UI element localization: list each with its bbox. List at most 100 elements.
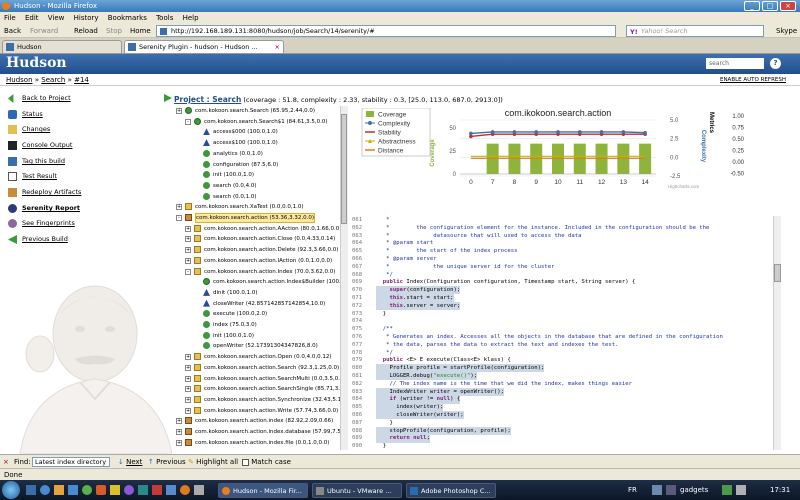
hudson-logo[interactable]: Hudson <box>6 55 67 71</box>
menu-bookmarks[interactable]: Bookmarks <box>108 14 147 22</box>
app-icon[interactable] <box>124 485 134 495</box>
taskbar-item-vmware[interactable]: Ubuntu - VMware ... <box>312 483 402 498</box>
expand-icon[interactable]: + <box>185 396 191 403</box>
close-tab-icon[interactable]: × <box>275 41 280 53</box>
tree-node[interactable]: + com.kokoon.search.action.index.database… <box>174 427 344 437</box>
tree-node[interactable]: + com.kokoon.search.action.Delete (92.3,3… <box>174 245 340 255</box>
tree-node[interactable]: com.kokoon.search.action.Index$Builder (… <box>174 277 344 287</box>
tree-node[interactable]: init (100.0,1.0) <box>174 331 340 341</box>
tab-hudson[interactable]: Hudson <box>2 40 122 53</box>
hudson-search-input[interactable]: search <box>706 58 764 69</box>
collapse-icon[interactable]: - <box>176 215 182 221</box>
web-search-input[interactable]: Y! Yahoo! Search <box>626 25 764 37</box>
tree-node[interactable]: + com.kokoon.search.action.AAction (80.0,… <box>174 224 341 234</box>
collapse-icon[interactable]: - <box>185 268 191 275</box>
expand-icon[interactable]: + <box>185 386 191 393</box>
menu-edit[interactable]: Edit <box>25 14 39 22</box>
forward-button[interactable]: Forward <box>30 24 58 38</box>
taskbar-item-photoshop[interactable]: Adobe Photoshop C... <box>406 483 496 498</box>
tree-node[interactable]: + com.kokoon.search.action.index.file (0.… <box>174 438 340 448</box>
network-icon[interactable] <box>722 485 732 495</box>
tree-node[interactable]: + com.kokoon.search.Search (65.95,2.44,0.… <box>174 106 340 116</box>
app-icon[interactable] <box>110 485 120 495</box>
expand-icon[interactable]: + <box>176 204 182 211</box>
app-icon[interactable] <box>82 485 92 495</box>
expand-icon[interactable]: + <box>185 257 191 264</box>
reload-button[interactable]: Reload <box>74 24 98 38</box>
tree-node[interactable]: - com.kokoon.search.Search$1 (84.61,3.5,0… <box>174 117 340 127</box>
app-icon[interactable] <box>68 485 78 495</box>
tree-node[interactable]: + com.kokoon.search.XaTest (0.0,0.0,1.0) <box>174 202 340 212</box>
tree-node[interactable]: + com.kokoon.search.action.index (82.92,2… <box>174 416 340 426</box>
expand-icon[interactable]: + <box>176 418 182 425</box>
ie-icon[interactable] <box>40 485 50 495</box>
expand-icon[interactable]: + <box>185 375 191 382</box>
code-scrollbar[interactable] <box>773 216 781 450</box>
expand-icon[interactable]: + <box>185 236 191 243</box>
app-icon[interactable] <box>138 485 148 495</box>
tree-node[interactable]: closeWriter (42.857142857142854,10.0) <box>174 299 340 309</box>
expand-icon[interactable]: + <box>185 247 191 254</box>
expand-icon[interactable]: + <box>185 354 191 361</box>
breadcrumb-hudson[interactable]: Hudson <box>6 76 33 84</box>
expand-icon[interactable]: + <box>176 108 182 114</box>
tree-node[interactable]: + com.kokoon.search.action.Close (0.0,4.3… <box>174 234 340 244</box>
skype-button[interactable]: Skype <box>776 24 797 38</box>
tree-node[interactable]: analytics (0.0,1.0) <box>174 149 340 159</box>
gadgets-button[interactable]: gadgets <box>680 480 708 500</box>
sidebar-item-label[interactable]: Test Result <box>22 171 57 182</box>
highlight-all-button[interactable]: ✎ Highlight all <box>188 455 238 469</box>
back-button[interactable]: Back <box>4 24 21 38</box>
find-next-button[interactable]: ↓ Next <box>118 455 142 469</box>
sidebar-item-label[interactable]: Previous Build <box>22 234 68 245</box>
find-previous-button[interactable]: ↑ Previous <box>148 455 186 469</box>
tray-icon[interactable] <box>666 485 676 495</box>
language-indicator[interactable]: FR <box>628 480 637 500</box>
sidebar-item-label[interactable]: Redeploy Artifacts <box>22 187 81 198</box>
show-desktop-icon[interactable] <box>26 485 36 495</box>
stop-button[interactable]: Stop <box>106 24 122 38</box>
app-icon[interactable] <box>96 485 106 495</box>
expand-icon[interactable]: + <box>176 429 182 435</box>
tree-node[interactable]: + com.kokoon.search.action.Search (92.3,1… <box>174 363 340 373</box>
enable-auto-refresh-link[interactable]: ENABLE AUTO REFRESH <box>720 74 786 86</box>
tree-node[interactable]: + com.kokoon.search.action.Write (57.74,3… <box>174 406 340 416</box>
tree-node[interactable]: - com.kokoon.search.action (53.36,3.32,0.… <box>174 213 340 223</box>
taskbar-item-firefox[interactable]: Hudson - Mozilla Fir... <box>218 483 308 498</box>
url-bar[interactable]: http://192.168.189.131:8080/hudson/job/S… <box>156 25 616 37</box>
menu-view[interactable]: View <box>48 14 65 22</box>
expand-icon[interactable]: + <box>185 364 191 371</box>
collapse-icon[interactable]: - <box>185 118 191 125</box>
minimize-button[interactable]: _ <box>744 1 760 11</box>
tree-node[interactable]: + com.kokoon.search.action.IAction (0.0,1… <box>174 256 340 266</box>
menu-history[interactable]: History <box>74 14 99 22</box>
tree-node[interactable]: + com.kokoon.search.action.SearchSingle (… <box>174 384 344 394</box>
sidebar-item-label[interactable]: Serenity Report <box>22 203 80 214</box>
find-input[interactable]: Latest index directory <box>32 457 110 467</box>
tree-node[interactable]: + com.kokoon.search.action.Synchronize (3… <box>174 395 344 405</box>
menu-help[interactable]: Help <box>183 14 199 22</box>
help-icon[interactable]: ? <box>770 58 781 69</box>
tree-node[interactable]: dinit (100.0,1.0) <box>174 288 340 298</box>
tree-node[interactable]: index (75.0,3.0) <box>174 320 340 330</box>
sidebar-item-label[interactable]: See Fingerprints <box>22 218 75 229</box>
sidebar-item-label[interactable]: Console Output <box>22 140 72 151</box>
sidebar-item-label[interactable]: Back to Project <box>22 93 71 104</box>
project-title[interactable]: Project : Search <box>174 95 241 104</box>
clock[interactable]: 17:31 <box>770 480 790 500</box>
tree-node[interactable]: + com.kokoon.search.action.Open (0.0,4.0,… <box>174 352 340 362</box>
tree-node[interactable]: init (100.0,1.0) <box>174 170 340 180</box>
expand-icon[interactable]: + <box>185 407 191 414</box>
tree-node[interactable]: execute (100.0,2.0) <box>174 309 340 319</box>
close-find-icon[interactable]: × <box>3 455 9 469</box>
tree-node[interactable]: search (0.0,1.0) <box>174 192 340 202</box>
tree-scrollbar-thumb[interactable] <box>341 114 347 224</box>
start-button[interactable] <box>2 481 20 499</box>
tree-node[interactable]: + com.kokoon.search.action.SearchMulti (0… <box>174 374 343 384</box>
tree-node[interactable]: configuration (87.5,6.0) <box>174 160 340 170</box>
sidebar-item-label[interactable]: Tag this build <box>22 156 65 167</box>
app-icon[interactable] <box>166 485 176 495</box>
folder-icon[interactable] <box>54 485 64 495</box>
tree-node[interactable]: - com.kokoon.search.action.Index (70.0,3.… <box>174 267 340 277</box>
code-scrollbar-thumb[interactable] <box>774 264 781 282</box>
